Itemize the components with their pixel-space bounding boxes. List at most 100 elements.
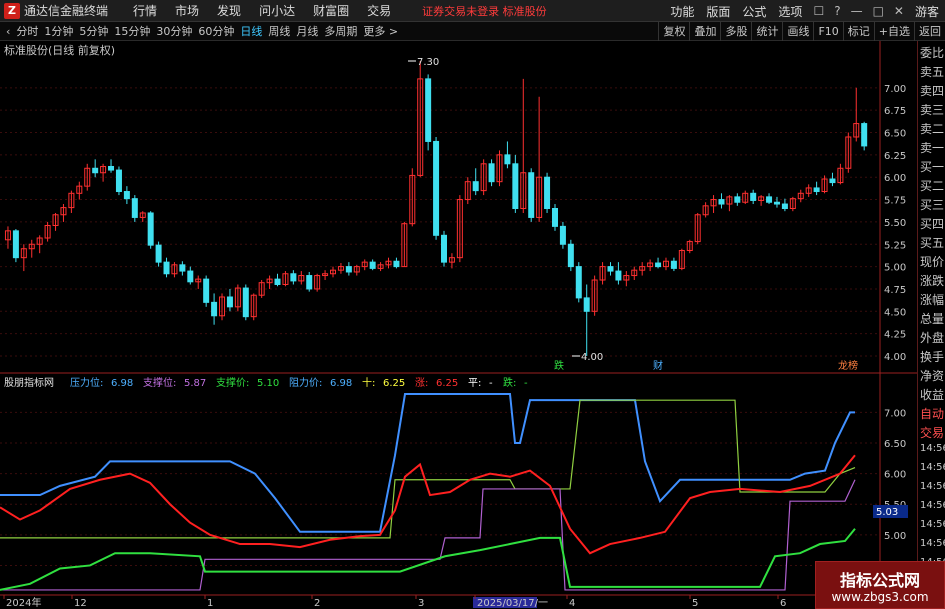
indicator-item-label: 支撑位: bbox=[143, 376, 176, 389]
pressure-line bbox=[0, 393, 855, 533]
marker-cai[interactable]: 财 bbox=[653, 359, 663, 372]
toolbar-right: 复权 叠加 多股 统计 画线 F10 标记 +自选 返回 bbox=[658, 22, 945, 41]
candle-body bbox=[670, 260, 677, 269]
candle-body bbox=[861, 123, 868, 147]
menu-layout[interactable]: 版面 bbox=[706, 3, 730, 20]
indicator-y-axis: 7.006.506.005.505.004.50 bbox=[884, 408, 906, 572]
close-icon[interactable]: ✕ bbox=[894, 4, 904, 18]
candle-body bbox=[226, 296, 233, 308]
candle-body bbox=[575, 266, 582, 299]
maximize-icon[interactable]: □ bbox=[873, 4, 884, 18]
menu-discover[interactable]: 发现 bbox=[217, 2, 241, 19]
candle-body bbox=[813, 187, 820, 193]
side-label[interactable]: 买五 bbox=[920, 234, 945, 251]
side-label[interactable]: 卖二 bbox=[920, 120, 945, 137]
side-label[interactable]: 外盘 bbox=[920, 329, 945, 346]
candle-body bbox=[179, 264, 186, 272]
side-label[interactable]: 卖五 bbox=[920, 63, 945, 80]
login-notice[interactable]: 证券交易未登录 标准股份 bbox=[422, 3, 547, 19]
trade-time[interactable]: 14:56 bbox=[920, 519, 945, 530]
side-label[interactable]: 交易 bbox=[920, 424, 945, 441]
back-button[interactable]: 返回 bbox=[914, 22, 945, 41]
trade-time[interactable]: 14:56 bbox=[920, 443, 945, 454]
trade-time[interactable]: 14:56 bbox=[920, 462, 945, 473]
side-label[interactable]: 买三 bbox=[920, 196, 945, 213]
y-tick-label: 4.75 bbox=[884, 285, 906, 296]
side-label[interactable]: 涨幅 bbox=[920, 291, 945, 308]
menu-formula[interactable]: 公式 bbox=[742, 3, 766, 20]
side-label[interactable]: 买二 bbox=[920, 177, 945, 194]
tab-period-5min[interactable]: 5分钟 bbox=[79, 23, 108, 39]
help-icon[interactable]: ? bbox=[834, 4, 840, 18]
indicator-item-label: 压力位: bbox=[70, 376, 103, 389]
add-watchlist-button[interactable]: +自选 bbox=[873, 22, 914, 41]
nav-arrow-icon[interactable]: ‹ bbox=[6, 25, 10, 38]
side-label[interactable]: 卖三 bbox=[920, 101, 945, 118]
tab-period-timeshare[interactable]: 分时 bbox=[16, 23, 38, 39]
candle-body bbox=[242, 287, 249, 318]
low-label: 4.00 bbox=[581, 352, 603, 363]
tab-period-60min[interactable]: 60分钟 bbox=[198, 23, 234, 39]
side-label[interactable]: 收益 bbox=[920, 386, 945, 403]
candle-body bbox=[488, 163, 495, 183]
trade-time[interactable]: 14:56 bbox=[920, 538, 945, 549]
adjust-button[interactable]: 复权 bbox=[658, 22, 689, 41]
stats-button[interactable]: 统计 bbox=[751, 22, 782, 41]
candle-body bbox=[567, 243, 574, 268]
indicator-item-value: 6.25 bbox=[436, 378, 458, 389]
side-label[interactable]: 卖一 bbox=[920, 139, 945, 156]
tab-period-more[interactable]: 更多 > bbox=[363, 23, 398, 39]
indicator-item-value: 6.98 bbox=[330, 378, 352, 389]
minimize-icon[interactable]: — bbox=[851, 4, 863, 18]
side-label[interactable]: 买四 bbox=[920, 215, 945, 232]
side-label[interactable]: 自动 bbox=[920, 405, 945, 422]
tab-period-15min[interactable]: 15分钟 bbox=[114, 23, 150, 39]
menu-trade[interactable]: 交易 bbox=[367, 2, 391, 19]
menu-options[interactable]: 选项 bbox=[778, 3, 802, 20]
menu-guest[interactable]: 游客 bbox=[915, 3, 939, 20]
menu-ask-xiaoda[interactable]: 问小达 bbox=[259, 2, 295, 19]
overlay-button[interactable]: 叠加 bbox=[689, 22, 720, 41]
y-tick-label: 6.50 bbox=[884, 129, 906, 140]
tab-period-daily[interactable]: 日线 bbox=[240, 23, 262, 39]
side-label[interactable]: 换手 bbox=[920, 348, 945, 365]
draw-line-button[interactable]: 画线 bbox=[782, 22, 813, 41]
x-tick-label: 6 bbox=[780, 598, 786, 609]
chart-area[interactable]: 标准股份(日线 前复权) 7.00 6.75 6.50 6.25 6.00 5.75 5.5… bbox=[0, 41, 917, 609]
watermark-url: www.zbgs3.com bbox=[831, 590, 929, 604]
mark-button[interactable]: 标记 bbox=[842, 22, 874, 41]
menu-market[interactable]: 市场 bbox=[175, 2, 199, 19]
tab-period-multi[interactable]: 多周期 bbox=[324, 23, 357, 39]
side-label[interactable]: 现价 bbox=[920, 253, 945, 270]
x-axis-labels: 2024年 12 1 2 3 2025/03/17/一 4 5 6 bbox=[3, 595, 786, 609]
tab-period-weekly[interactable]: 周线 bbox=[268, 23, 290, 39]
f10-button[interactable]: F10 bbox=[813, 22, 842, 41]
tab-period-30min[interactable]: 30分钟 bbox=[156, 23, 192, 39]
tab-period-monthly[interactable]: 月线 bbox=[296, 23, 318, 39]
multi-stock-button[interactable]: 多股 bbox=[720, 22, 751, 41]
candle-body bbox=[773, 201, 780, 205]
side-label[interactable]: 委比 bbox=[920, 44, 945, 61]
menu-wealth-circle[interactable]: 财富圈 bbox=[313, 2, 349, 19]
indicator-item-value: - bbox=[489, 378, 493, 389]
side-label[interactable]: 买一 bbox=[920, 158, 945, 175]
trade-time[interactable]: 14:56 bbox=[920, 500, 945, 511]
menu-functions[interactable]: 功能 bbox=[670, 3, 694, 20]
low-annotation: 4.00 bbox=[572, 352, 603, 363]
indicator-item-value: 6.98 bbox=[111, 378, 133, 389]
indicator-name[interactable]: 股朋指标网 bbox=[4, 376, 54, 389]
tab-period-1min[interactable]: 1分钟 bbox=[44, 23, 73, 39]
side-label[interactable]: 净资 bbox=[920, 367, 945, 384]
window-layout-icon[interactable]: ☐ bbox=[813, 4, 824, 18]
indicator-lines bbox=[0, 393, 856, 591]
indicator-item-value: 5.87 bbox=[184, 378, 206, 389]
menu-market-quotes[interactable]: 行情 bbox=[133, 2, 157, 19]
indicator-item-value: 6.25 bbox=[383, 378, 405, 389]
candle-body bbox=[766, 196, 773, 203]
side-label[interactable]: 总量 bbox=[920, 310, 945, 327]
trade-time[interactable]: 14:56 bbox=[920, 481, 945, 492]
side-label[interactable]: 涨跌 bbox=[920, 272, 945, 289]
marker-die[interactable]: 跌 bbox=[554, 359, 564, 372]
marker-bang[interactable]: 龙榜 bbox=[838, 359, 858, 372]
side-label[interactable]: 卖四 bbox=[920, 82, 945, 99]
